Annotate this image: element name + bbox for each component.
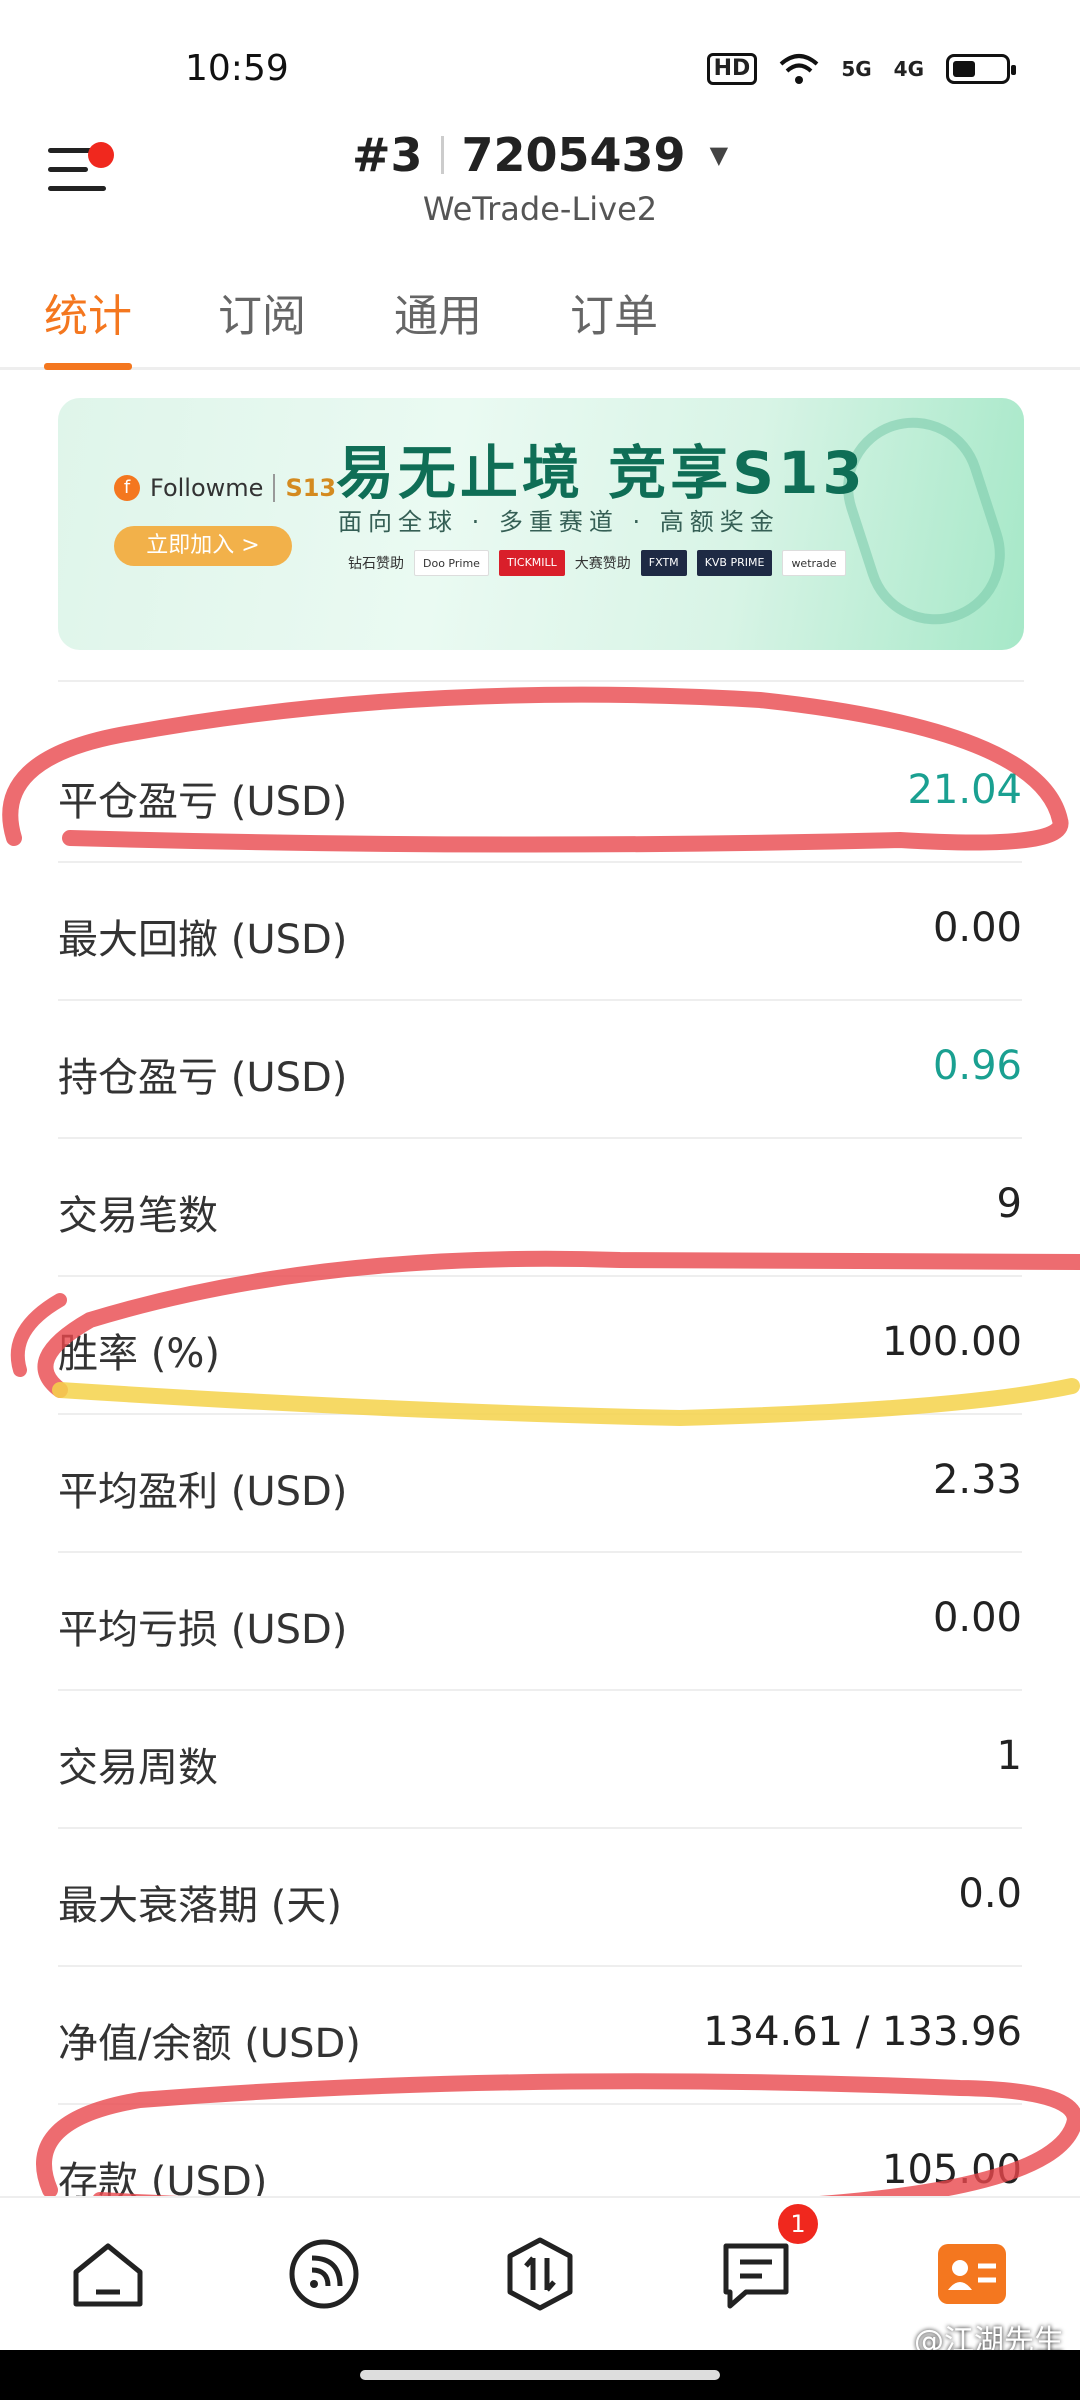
account-number: #3 [351, 128, 423, 182]
stat-value: 21.04 [907, 767, 1022, 813]
stat-value: 0.00 [932, 1595, 1022, 1641]
sponsor-logo: TICKMILL [498, 550, 565, 576]
stat-row-avg-profit: 平均盈利 (USD) 2.33 [58, 1415, 1022, 1553]
tab-orders[interactable]: 订单 [570, 280, 658, 344]
stats-list: 平仓盈亏 (USD) 21.04 最大回撤 (USD) 0.00 持仓盈亏 (USD… [0, 725, 1080, 2243]
message-icon [723, 2243, 789, 2309]
signal-5g-icon: 5G [841, 57, 872, 81]
followme-icon: f [114, 475, 140, 501]
stat-value: 9 [996, 1181, 1022, 1227]
tab-general[interactable]: 通用 [394, 280, 482, 344]
banner-headline: 易无止境 竞享S13 [336, 439, 867, 507]
tab-statistics[interactable]: 统计 [44, 280, 132, 370]
battery-icon [946, 54, 1016, 84]
status-bar: 10:59 HD 5G 4G [0, 0, 1080, 140]
followme-logo: f Followme S13 [114, 474, 336, 502]
stat-value: 100.00 [882, 1319, 1022, 1365]
feed-icon [289, 2239, 359, 2309]
account-title[interactable]: #3 7205439 ▼ WeTrade-Live2 [0, 128, 1080, 228]
sponsor-logo: KVB PRIME [696, 550, 773, 576]
stat-value: 134.61 / 133.96 [703, 2009, 1022, 2055]
stat-value: 105.00 [882, 2147, 1022, 2193]
stat-value: 2.33 [932, 1457, 1022, 1503]
stat-row-max-drawdown: 最大回撤 (USD) 0.00 [58, 863, 1022, 1001]
server-name: WeTrade-Live2 [422, 190, 658, 228]
join-now-button[interactable]: 立即加入 > [114, 526, 292, 566]
nav-home[interactable] [68, 2234, 148, 2314]
stat-value: 0.00 [932, 905, 1022, 951]
trade-icon [507, 2237, 573, 2311]
nav-feed[interactable] [284, 2234, 364, 2314]
nav-messages[interactable]: 1 [716, 2204, 818, 2314]
sponsor-logo: FXTM [640, 550, 687, 576]
wifi-icon [779, 54, 819, 84]
stat-row-max-decline-period: 最大衰落期 (天) 0.0 [58, 1829, 1022, 1967]
home-indicator[interactable] [360, 2370, 720, 2380]
promo-banner[interactable]: f Followme S13 立即加入 > 易无止境 竞享S13 面向全球 · … [58, 398, 1024, 650]
stat-row-closed-pnl: 平仓盈亏 (USD) 21.04 [58, 725, 1022, 863]
profile-icon [938, 2244, 1006, 2304]
nav-profile[interactable] [932, 2234, 1012, 2314]
stat-row-equity-balance: 净值/余额 (USD) 134.61 / 133.96 [58, 1967, 1022, 2105]
home-icon [73, 2243, 143, 2307]
banner-subline: 面向全球 · 多重赛道 · 高额奖金 [338, 508, 780, 536]
signal-4g-icon: 4G [893, 57, 924, 81]
stat-value: 0.0 [958, 1871, 1022, 1917]
tab-subscribe[interactable]: 订阅 [218, 280, 306, 344]
account-id: 7205439 [461, 128, 686, 182]
clock: 10:59 [185, 48, 289, 89]
stat-value: 0.96 [932, 1043, 1022, 1089]
section-divider [58, 672, 1024, 682]
stat-row-win-rate: 胜率 (%) 100.00 [58, 1277, 1022, 1415]
sponsor-logo: Doo Prime [414, 550, 489, 576]
stat-row-avg-loss: 平均亏损 (USD) 0.00 [58, 1553, 1022, 1691]
gesture-bar [0, 2350, 1080, 2400]
dropdown-caret-icon[interactable]: ▼ [710, 141, 728, 169]
stat-row-trade-weeks: 交易周数 1 [58, 1691, 1022, 1829]
stat-row-trade-count: 交易笔数 9 [58, 1139, 1022, 1277]
stat-row-open-pnl: 持仓盈亏 (USD) 0.96 [58, 1001, 1022, 1139]
status-icons: HD 5G 4G [706, 52, 1016, 86]
nav-trade[interactable] [500, 2234, 580, 2314]
hd-icon: HD [706, 53, 758, 85]
sponsor-logo: wetrade [782, 550, 846, 576]
message-badge: 1 [778, 2204, 818, 2244]
stat-value: 1 [996, 1733, 1022, 1779]
sponsor-strip: 钻石赞助 Doo Prime TICKMILL 大赛赞助 FXTM KVB PR… [348, 550, 846, 576]
tab-bar: 统计 订阅 通用 订单 [0, 270, 1080, 370]
